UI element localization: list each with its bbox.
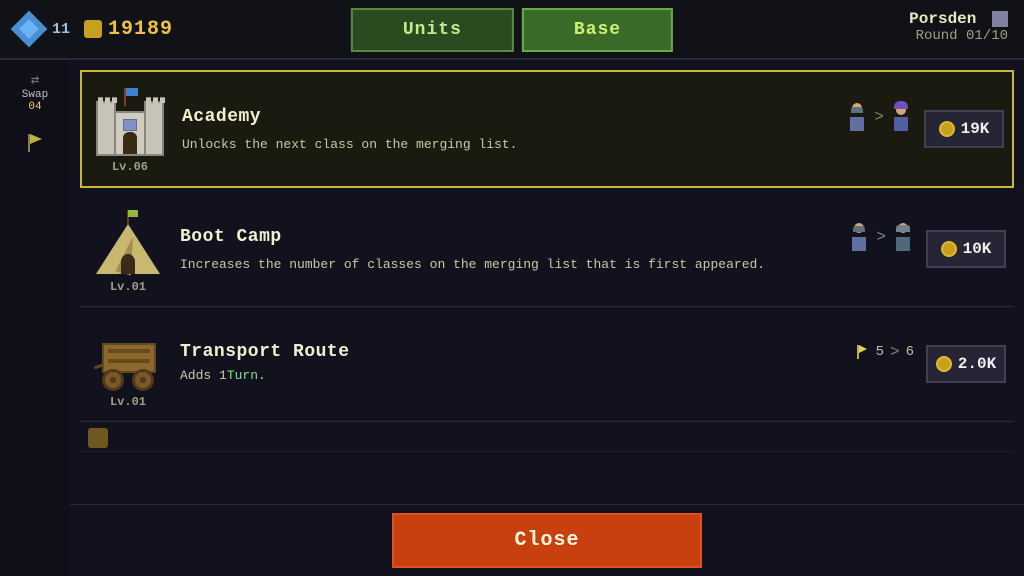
top-bar: 11 19189 Units Base Porsden Round 01/10 [0,0,1024,60]
bootcamp-price: 10K [963,240,992,258]
tab-units[interactable]: Units [351,8,514,52]
swap-label: Swap [22,89,48,101]
shop-item-partial [80,422,1014,452]
shop-panel: Lv.06 Academy > [70,60,1024,576]
close-button[interactable]: Close [392,513,701,568]
transport-price: 2.0K [958,355,996,373]
academy-content: Academy > Unloc [182,84,912,174]
unit-to-icon-2 [892,223,914,251]
transport-from: 5 [876,344,884,360]
academy-price-box[interactable]: 19K [924,110,1004,148]
academy-name: Academy [182,107,261,127]
gold-icon [84,20,102,38]
partial-icon [88,428,108,448]
transport-desc-suffix: . [258,368,266,383]
bootcamp-upgrade: > [848,223,914,251]
swap-count: 04 [28,101,41,113]
bootcamp-content: Boot Camp > Inc [180,204,914,294]
coin-icon-transport [936,356,952,372]
shop-item-transport[interactable]: Lv.01 Transport Route 5 > 6 Adds 1Turn. [80,307,1014,422]
academy-header: Academy > [182,103,912,131]
level-value: 11 [52,21,70,38]
transport-flags: 5 > 6 [854,343,914,361]
gold-amount: 19189 [108,18,173,41]
level-icon [11,11,48,48]
unit-from-icon-2 [848,223,870,251]
academy-desc: Unlocks the next class on the merging li… [182,135,912,155]
tab-base[interactable]: Base [522,8,673,52]
tab-group: Units Base [351,8,673,52]
upgrade-arrow-2: > [876,228,886,246]
transport-price-box[interactable]: 2.0K [926,345,1006,383]
transport-arrow: > [890,343,900,361]
academy-upgrade: > [846,103,912,131]
transport-desc-prefix: Adds 1 [180,368,227,383]
bootcamp-desc: Increases the number of classes on the m… [180,255,914,275]
flag-icon [24,132,46,154]
transport-level: Lv.01 [110,395,146,409]
shop-item-academy[interactable]: Lv.06 Academy > [80,70,1014,188]
academy-price: 19K [961,120,990,138]
swap-arrow-icon: ⇄ [31,73,39,89]
transport-image: Lv.01 [88,319,168,409]
transport-name: Transport Route [180,342,350,362]
academy-image: Lv.06 [90,84,170,174]
coin-icon-bootcamp [941,241,957,257]
transport-header: Transport Route 5 > 6 [180,342,914,362]
bottom-bar: Close [70,504,1024,576]
shop-item-bootcamp[interactable]: Lv.01 Boot Camp > [80,192,1014,307]
bootcamp-image: Lv.01 [88,204,168,294]
academy-level: Lv.06 [112,160,148,174]
left-sidebar: ⇄ Swap 04 [0,60,70,576]
transport-content: Transport Route 5 > 6 Adds 1Turn. [180,319,914,409]
unit-from-icon [846,103,868,131]
transport-desc: Adds 1Turn. [180,366,914,386]
bootcamp-level: Lv.01 [110,280,146,294]
unit-to-icon [890,103,912,131]
transport-flag-icon [854,344,870,360]
round-info: Round 01/10 [909,28,1008,44]
flag-button[interactable] [17,125,53,161]
upgrade-arrow: > [874,108,884,126]
location-name: Porsden [909,10,976,28]
coin-icon-academy [939,121,955,137]
transport-desc-highlight: Turn [227,368,258,383]
location-info: Porsden Round 01/10 [909,10,1008,44]
bootcamp-header: Boot Camp > [180,223,914,251]
swap-button[interactable]: ⇄ Swap 04 [22,72,48,113]
castle-icon [992,11,1008,27]
bootcamp-name: Boot Camp [180,227,282,247]
transport-to: 6 [906,344,914,360]
bootcamp-price-box[interactable]: 10K [926,230,1006,268]
